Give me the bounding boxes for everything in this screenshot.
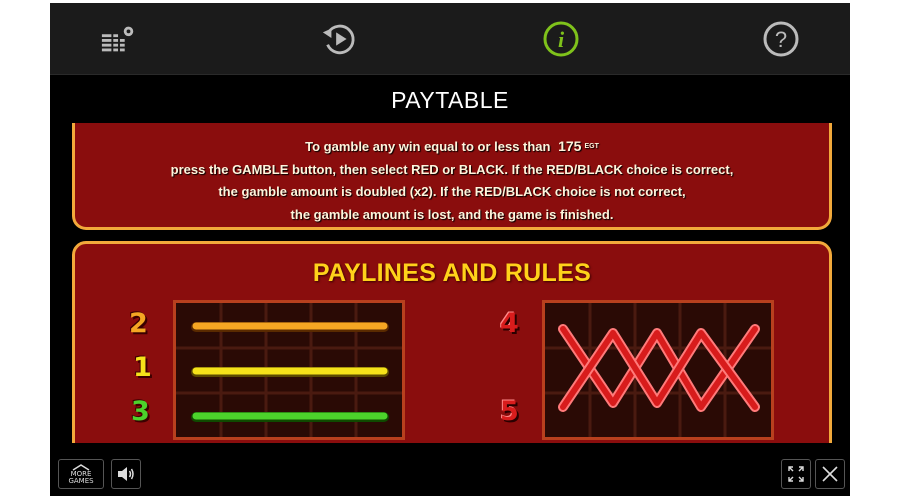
settings-icon (101, 26, 134, 52)
currency-label: EGT (584, 143, 599, 151)
sound-icon (118, 467, 134, 481)
paylines-grid-left (173, 300, 405, 440)
gamble-line-2: press the GAMBLE button, then select RED… (170, 161, 734, 177)
gamble-line-1: To gamble any win equal to or less than (305, 139, 551, 154)
gamble-limit-amount: 175 (558, 138, 582, 154)
paylines-left-svg (176, 303, 402, 437)
payline-number-3: 3 (131, 396, 150, 427)
history-icon (322, 24, 355, 55)
payline-number-2: 2 (129, 308, 148, 339)
paylines-right-svg (545, 303, 771, 437)
settings-button[interactable] (100, 20, 138, 58)
help-button[interactable]: ? (762, 20, 800, 58)
history-button[interactable] (320, 20, 358, 58)
gamble-rules-text: To gamble any win equal to or less than … (75, 135, 829, 226)
payline-number-5: 5 (500, 396, 519, 427)
payline-number-4: 4 (500, 308, 519, 339)
gamble-rules-panel: To gamble any win equal to or less than … (72, 123, 832, 230)
help-icon: ? (763, 21, 799, 57)
gamble-line-4: the gamble amount is lost, and the game … (290, 206, 614, 222)
svg-text:?: ? (775, 27, 787, 52)
info-icon: i (543, 21, 579, 57)
paylines-grid-right (542, 300, 774, 440)
info-button[interactable]: i (542, 20, 580, 58)
sound-button[interactable] (111, 459, 141, 489)
more-games-button[interactable]: MORE GAMES (58, 459, 104, 489)
bottom-toolbar: MORE GAMES (50, 443, 850, 496)
fullscreen-icon (788, 466, 804, 482)
more-games-label-2: GAMES (68, 476, 94, 485)
close-icon (822, 466, 838, 482)
paylines-title: PAYLINES AND RULES (312, 259, 592, 287)
fullscreen-button[interactable] (781, 459, 811, 489)
close-button[interactable] (815, 459, 845, 489)
payline-number-1: 1 (133, 352, 152, 383)
page-title: PAYTABLE (391, 87, 509, 113)
top-toolbar: i ? (50, 3, 850, 75)
svg-text:i: i (558, 27, 565, 52)
game-window: i ? PAYTABLE To gamble any win equal to … (50, 3, 850, 496)
gamble-line-3: the gamble amount is doubled (x2). If th… (218, 184, 686, 200)
